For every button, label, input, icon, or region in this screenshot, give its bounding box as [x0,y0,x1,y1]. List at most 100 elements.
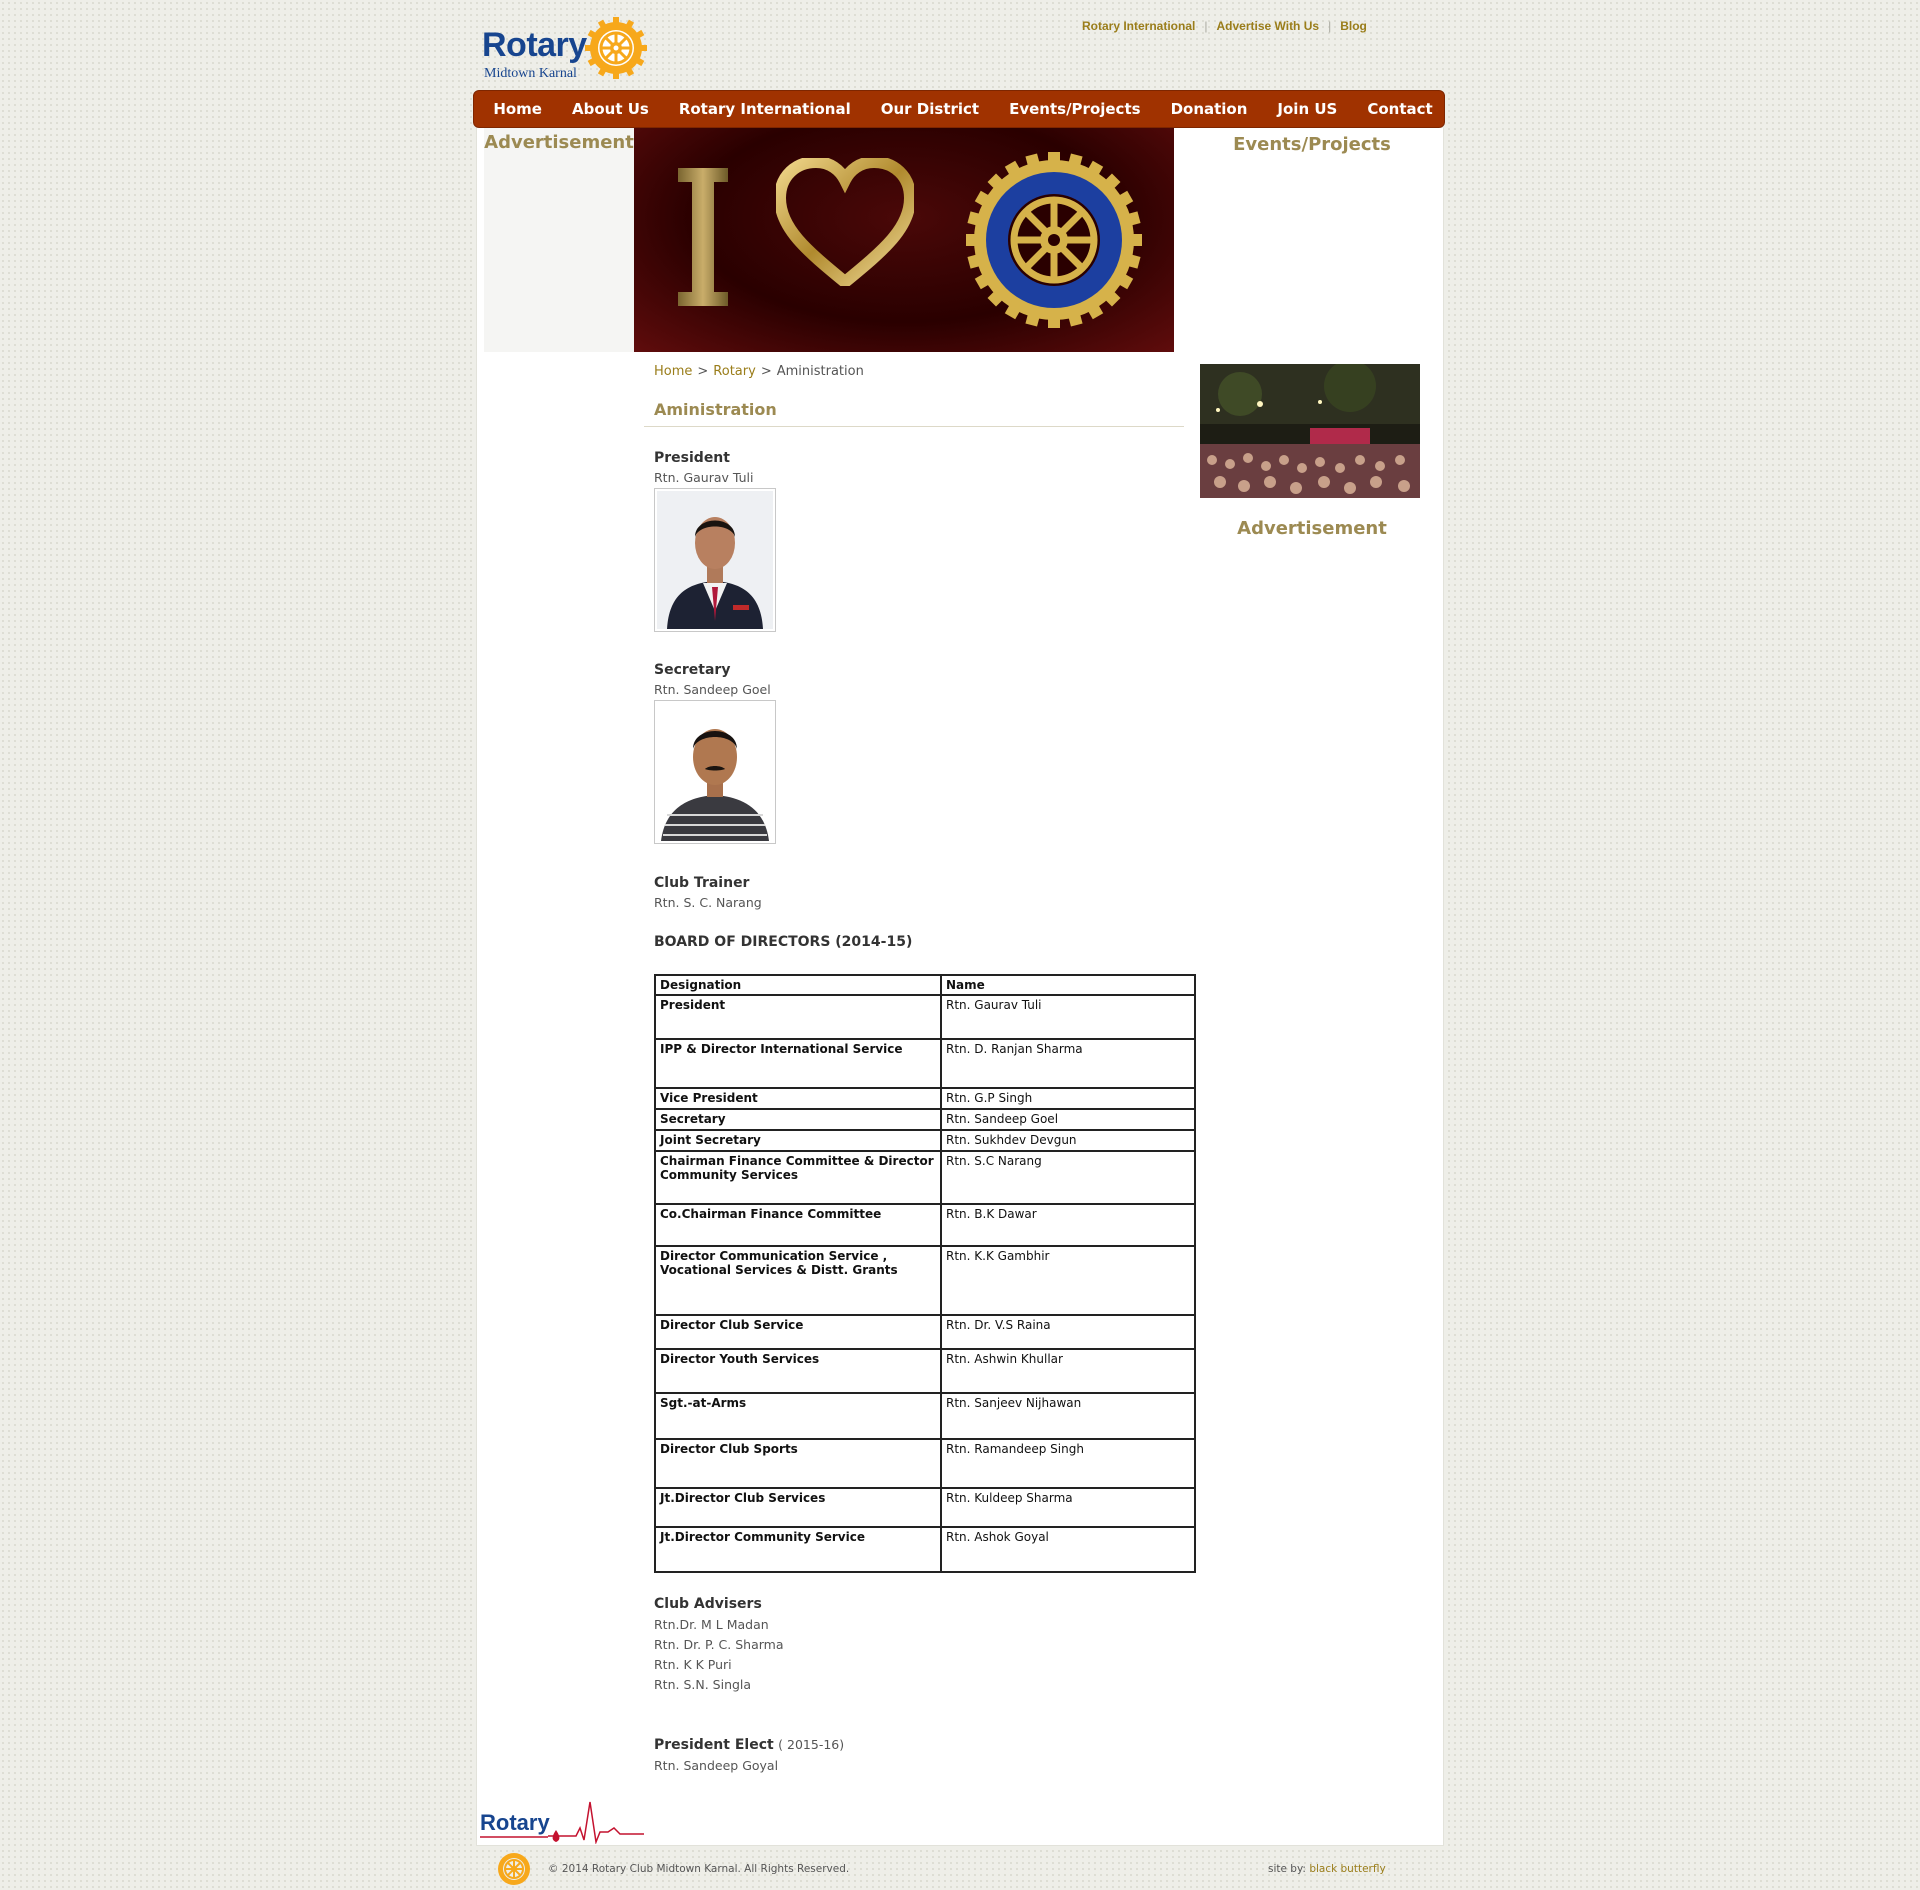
top-links: Rotary International | Advertise With Us | B… [1082,19,1367,33]
board-designation: Vice President [654,1087,942,1110]
heart-graphic [776,158,914,286]
site-credit-link[interactable]: black butterfly [1309,1863,1385,1875]
board-designation: Sgt.-at-Arms [654,1392,942,1440]
board-name: Rtn. Ashok Goyal [940,1526,1196,1573]
table-row: Jt.Director Community Service Rtn. Ashok… [654,1526,1196,1573]
table-row: Chairman Finance Committee & Director Co… [654,1150,1196,1205]
board-designation: Director Communication Service , Vocatio… [654,1245,942,1316]
board-name: Rtn. Sandeep Goel [940,1108,1196,1131]
board-designation: Secretary [654,1108,942,1131]
president-elect-title: President Elect [654,1737,774,1753]
nav-item-our-district[interactable]: Our District [881,100,979,118]
board-designation: Joint Secretary [654,1129,942,1152]
president-portrait [657,491,773,629]
table-row: Sgt.-at-Arms Rtn. Sanjeev Nijhawan [654,1392,1196,1440]
president-elect-year: ( 2015-16) [778,1737,845,1752]
table-row: Jt.Director Club Services Rtn. Kuldeep S… [654,1487,1196,1528]
president-elect-name: Rtn. Sandeep Goyal [654,1758,779,1773]
hero-banner [634,128,1174,352]
nav-item-about-us[interactable]: About Us [572,100,649,118]
table-row: Co.Chairman Finance Committee Rtn. B.K D… [654,1203,1196,1247]
top-link-separator: | [1204,19,1208,33]
board-designation: Director Youth Services [654,1348,942,1394]
breadcrumb-rotary[interactable]: Rotary [713,364,756,379]
nav-item-events-projects[interactable]: Events/Projects [1009,100,1140,118]
board-designation: Director Club Service [654,1314,942,1350]
board-title: BOARD OF DIRECTORS (2014-15) [654,934,913,950]
nav-item-home[interactable]: Home [493,100,542,118]
table-row: President Rtn. Gaurav Tuli [654,994,1196,1040]
breadcrumb-home[interactable]: Home [654,364,692,379]
board-name: Rtn. K.K Gambhir [940,1245,1196,1316]
left-ad-panel [484,128,634,352]
board-name: Rtn. Ashwin Khullar [940,1348,1196,1394]
site-credit: site by: black butterfly [1268,1863,1386,1875]
breadcrumb-current: Aministration [776,364,864,379]
breadcrumb-separator: > [760,364,772,379]
board-name: Rtn. Dr. V.S Raina [940,1314,1196,1350]
board-designation: IPP & Director International Service [654,1038,942,1089]
event-photo[interactable] [1200,364,1420,498]
nav-item-rotary-international[interactable]: Rotary International [679,100,851,118]
board-table: Designation Name President Rtn. Gaurav T… [654,974,1196,1573]
rotary-wheel-icon [585,17,647,79]
board-designation: Director Club Sports [654,1438,942,1489]
nav-item-contact[interactable]: Contact [1367,100,1432,118]
board-designation: President [654,994,942,1040]
officer-role-secretary: Secretary [654,662,731,678]
site-logo[interactable]: Rotary Midtown Karnal [480,16,650,82]
top-link-advertise[interactable]: Advertise With Us [1216,19,1319,33]
nav-item-join-us[interactable]: Join US [1277,100,1337,118]
table-row: Secretary Rtn. Sandeep Goel [654,1108,1196,1131]
table-row: Joint Secretary Rtn. Sukhdev Devgun [654,1129,1196,1152]
breadcrumb: Home > Rotary > Aministration [654,364,864,379]
main-nav: Home About Us Rotary International Our D… [473,90,1445,128]
heartbeat-line-icon [480,1801,644,1844]
board-table-header: Designation Name [654,974,1196,996]
table-row: Director Club Service Rtn. Dr. V.S Raina [654,1314,1196,1350]
secretary-photo [654,700,776,844]
table-row: Director Club Sports Rtn. Ramandeep Sing… [654,1438,1196,1489]
board-name: Rtn. Sukhdev Devgun [940,1129,1196,1152]
events-projects-title: Events/Projects [1233,134,1391,155]
table-row: Director Youth Services Rtn. Ashwin Khul… [654,1348,1196,1394]
officer-role-president: President [654,450,730,466]
page-title: Aministration [654,400,777,419]
breadcrumb-separator: > [697,364,709,379]
site-credit-prefix: site by: [1268,1863,1306,1875]
adviser-name: Rtn. Dr. P. C. Sharma [654,1637,784,1652]
officer-role-club-trainer: Club Trainer [654,875,750,891]
board-designation: Jt.Director Club Services [654,1487,942,1528]
table-row: Vice President Rtn. G.P Singh [654,1087,1196,1110]
officer-name-club-trainer: Rtn. S. C. Narang [654,895,762,910]
logo-wordmark: Rotary [482,26,587,64]
left-ad-title: Advertisement [484,132,634,153]
adviser-name: Rtn. K K Puri [654,1657,732,1672]
board-header-designation: Designation [654,974,942,996]
board-designation: Chairman Finance Committee & Director Co… [654,1150,942,1205]
footer-rotary-logo: Rotary [480,1798,646,1844]
right-ad-title: Advertisement [1237,518,1387,539]
secretary-portrait [657,703,773,841]
copyright-text: © 2014 Rotary Club Midtown Karnal. All R… [548,1863,850,1875]
adviser-name: Rtn. S.N. Singla [654,1677,752,1692]
board-name: Rtn. Kuldeep Sharma [940,1487,1196,1528]
board-name: Rtn. Gaurav Tuli [940,994,1196,1040]
table-row: IPP & Director International Service Rtn… [654,1038,1196,1089]
adviser-name: Rtn.Dr. M L Madan [654,1617,769,1632]
board-name: Rtn. B.K Dawar [940,1203,1196,1247]
table-row: Director Communication Service , Vocatio… [654,1245,1196,1316]
officer-name-secretary: Rtn. Sandeep Goel [654,682,771,697]
top-link-separator: | [1328,19,1332,33]
board-name: Rtn. S.C Narang [940,1150,1196,1205]
president-photo [654,488,776,632]
board-designation: Co.Chairman Finance Committee [654,1203,942,1247]
board-name: Rtn. G.P Singh [940,1087,1196,1110]
footer-rotary-wheel-icon [498,1853,530,1885]
top-link-rotary-international[interactable]: Rotary International [1082,19,1195,33]
board-name: Rtn. D. Ranjan Sharma [940,1038,1196,1089]
board-name: Rtn. Sanjeev Nijhawan [940,1392,1196,1440]
top-link-blog[interactable]: Blog [1340,19,1367,33]
board-name: Rtn. Ramandeep Singh [940,1438,1196,1489]
nav-item-donation[interactable]: Donation [1171,100,1248,118]
